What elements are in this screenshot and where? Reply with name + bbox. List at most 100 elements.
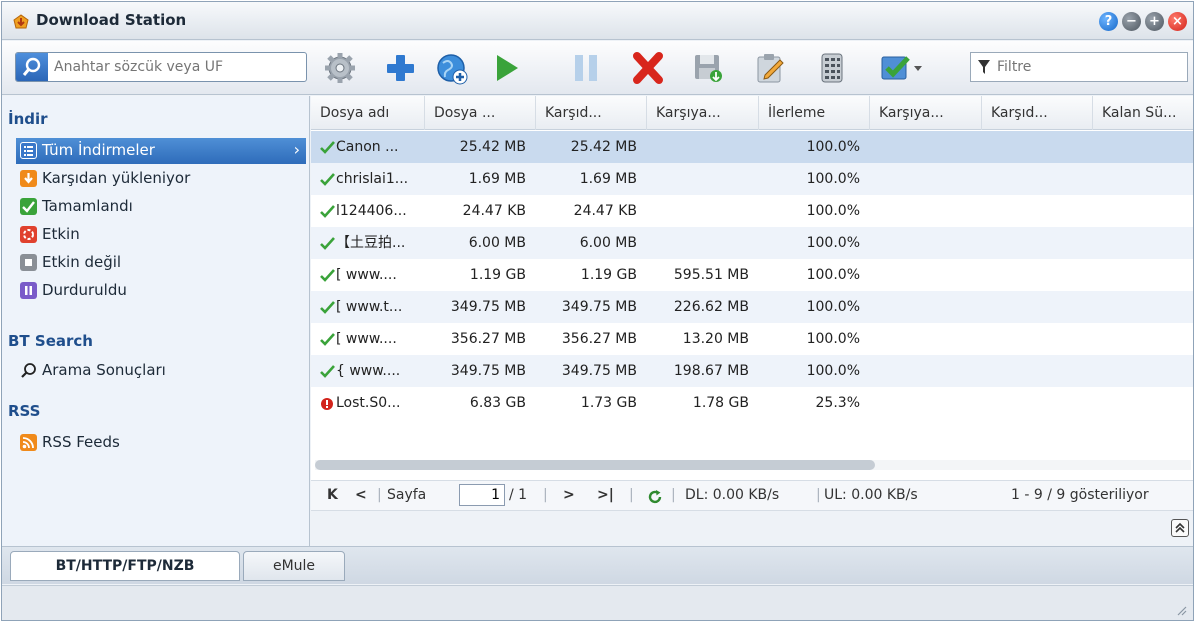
filename-text: Lost.S0... (336, 395, 401, 411)
pager-separator: | (671, 487, 676, 503)
list-icon (20, 142, 37, 159)
sidebar-item-label: Karşıdan yükleniyor (42, 169, 191, 187)
column-header-downloaded[interactable]: Karşıd... (536, 96, 647, 130)
table-row[interactable]: [ www.... 1.19 GB 1.19 GB 595.51 MB 100.0% (311, 259, 1193, 291)
maximize-button[interactable]: + (1145, 12, 1164, 31)
sidebar-item-label: Etkin (42, 225, 80, 243)
help-button[interactable]: ? (1099, 12, 1118, 31)
sidebar-item-label: Etkin değil (42, 253, 122, 271)
sidebar-section-download: İndir (8, 110, 48, 128)
cell-progress: 100.0% (806, 331, 860, 347)
cell-progress: 100.0% (806, 267, 860, 283)
filename-text: l124406... (336, 203, 407, 219)
cell-size: 349.75 MB (450, 363, 526, 379)
sidebar-item-search-results[interactable]: Arama Sonuçları (16, 358, 306, 384)
cell-filename: Lost.S0... (319, 387, 423, 419)
table-row[interactable]: { www.... 349.75 MB 349.75 MB 198.67 MB 100.… (311, 355, 1193, 387)
cell-downloaded: 349.75 MB (561, 363, 637, 379)
last-page-button[interactable]: >| (597, 487, 614, 503)
minimize-button[interactable]: − (1122, 12, 1141, 31)
table-row[interactable]: l124406... 24.47 KB 24.47 KB 100.0% (311, 195, 1193, 227)
pager-separator: | (629, 487, 634, 503)
save-icon[interactable] (690, 51, 726, 85)
table-row[interactable]: [ www.... 356.27 MB 356.27 MB 13.20 MB 100.0… (311, 323, 1193, 355)
cell-uploaded: 595.51 MB (673, 267, 749, 283)
first-page-button[interactable]: K (327, 487, 338, 503)
cell-size: 1.69 MB (468, 171, 526, 187)
resize-grip-icon[interactable] (1175, 604, 1187, 616)
tab-emule[interactable]: eMule (243, 551, 345, 581)
sidebar-item-inactive[interactable]: Etkin değil (16, 250, 306, 276)
completed-check-icon (320, 141, 335, 154)
table-row[interactable]: Canon ... 25.42 MB 25.42 MB 100.0% (311, 131, 1193, 163)
column-header-download-speed[interactable]: Karşıd... (982, 96, 1093, 130)
play-icon[interactable] (488, 51, 524, 85)
sidebar-section-bt-search: BT Search (8, 332, 93, 350)
pager-separator: | (816, 487, 821, 503)
sidebar-item-downloading[interactable]: Karşıdan yükleniyor (16, 166, 306, 192)
grid-header: Dosya adı Dosya ... Karşıd... Karşıya...… (311, 96, 1193, 130)
next-page-button[interactable]: > (563, 487, 575, 503)
table-row[interactable]: chrislai1... 1.69 MB 1.69 MB 100.0% (311, 163, 1193, 195)
edit-icon[interactable] (752, 51, 788, 85)
table-row[interactable]: Lost.S0... 6.83 GB 1.73 GB 1.78 GB 25.3% (311, 387, 1193, 419)
check-icon (20, 198, 37, 215)
table-row[interactable]: [ www.t... 349.75 MB 349.75 MB 226.62 MB 100… (311, 291, 1193, 323)
cell-downloaded: 349.75 MB (561, 299, 637, 315)
refresh-icon[interactable] (647, 489, 663, 505)
search-button[interactable] (16, 53, 48, 81)
chevron-right-icon: › (293, 140, 300, 159)
page-number-input[interactable] (459, 484, 505, 506)
sidebar-item-rss-feeds[interactable]: RSS Feeds (16, 430, 306, 456)
active-icon (20, 226, 37, 243)
sidebar-item-active[interactable]: Etkin (16, 222, 306, 248)
expand-details-button[interactable] (1171, 519, 1189, 537)
filename-text: [ www.t... (336, 299, 403, 315)
prev-page-button[interactable]: < (355, 487, 367, 503)
horizontal-scrollbar[interactable] (315, 460, 1191, 470)
page-total: / 1 (509, 487, 528, 503)
pause-icon[interactable] (568, 51, 604, 85)
search-icon (20, 362, 37, 379)
cell-uploaded: 13.20 MB (682, 331, 749, 347)
sidebar-item-label: Durduruldu (42, 281, 127, 299)
cell-uploaded: 1.78 GB (692, 395, 749, 411)
column-header-filename[interactable]: Dosya adı (311, 96, 425, 130)
cell-filename: [ www.... (319, 259, 423, 291)
close-button[interactable]: × (1168, 12, 1187, 31)
clear-completed-icon[interactable] (814, 51, 850, 85)
cell-filename: { www.... (319, 355, 423, 387)
sidebar-item-paused[interactable]: Durduruldu (16, 278, 306, 304)
table-row[interactable]: 【土豆拍... 6.00 MB 6.00 MB 100.0% (311, 227, 1193, 259)
sidebar-item-completed[interactable]: Tamamlandı (16, 194, 306, 220)
completed-check-icon (320, 269, 335, 282)
column-header-progress[interactable]: İlerleme (759, 96, 870, 130)
column-header-upload-speed[interactable]: Karşıya... (870, 96, 982, 130)
select-menu-icon[interactable] (878, 51, 934, 85)
tab-bt-http-ftp-nzb[interactable]: BT/HTTP/FTP/NZB (10, 551, 240, 581)
title-bar[interactable]: Download Station ? − + × (2, 2, 1193, 40)
search-box[interactable] (15, 52, 307, 82)
column-header-size[interactable]: Dosya ... (425, 96, 536, 130)
add-icon[interactable] (382, 51, 418, 85)
sidebar-item-all-downloads[interactable]: Tüm İndirmeler › (16, 138, 306, 164)
pager-separator: | (543, 487, 548, 503)
delete-icon[interactable] (630, 51, 666, 85)
cell-filename: 【土豆拍... (319, 227, 423, 259)
sidebar-item-label: RSS Feeds (42, 433, 120, 451)
rss-icon (20, 434, 37, 451)
add-url-icon[interactable] (434, 51, 470, 85)
column-header-uploaded[interactable]: Karşıya... (647, 96, 759, 130)
filter-box[interactable] (970, 52, 1188, 82)
status-bar (2, 585, 1193, 620)
column-header-time-left[interactable]: Kalan Sü... (1093, 96, 1193, 130)
filter-input[interactable] (997, 57, 1182, 77)
filename-text: chrislai1... (336, 171, 409, 187)
toolbar (2, 41, 1193, 95)
search-icon (22, 57, 41, 76)
search-input[interactable] (54, 56, 299, 78)
gear-icon[interactable] (322, 51, 358, 85)
scrollbar-thumb[interactable] (315, 460, 875, 470)
cell-size: 24.47 KB (462, 203, 526, 219)
window-title: Download Station (36, 11, 187, 29)
